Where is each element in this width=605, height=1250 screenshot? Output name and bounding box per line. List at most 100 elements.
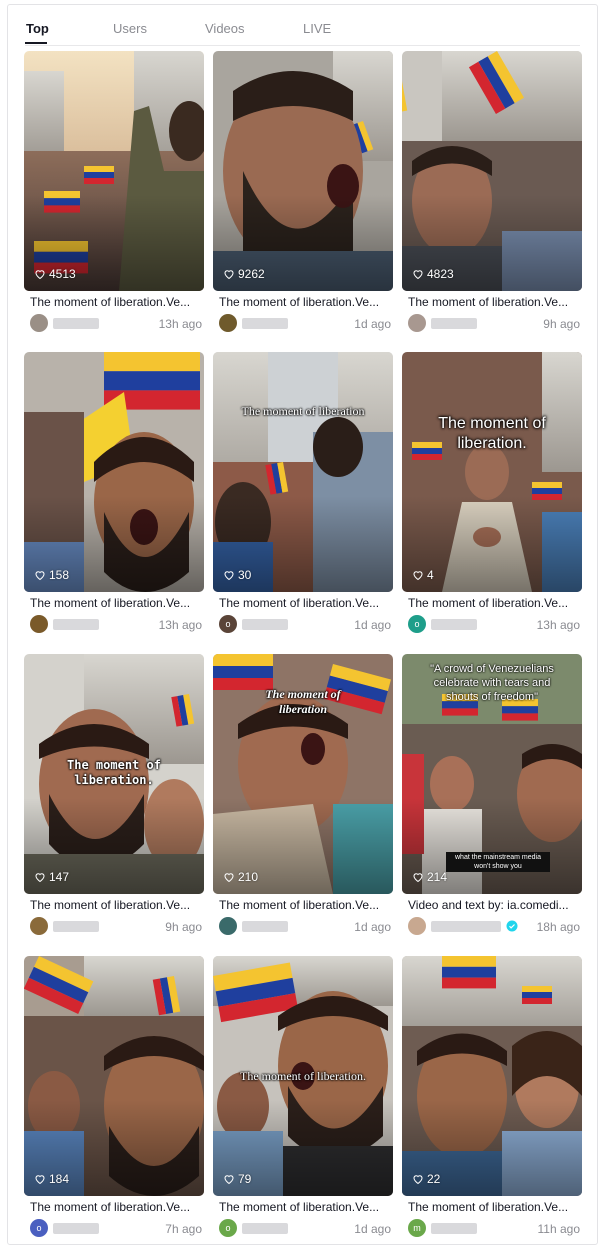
video-meta: o 13h ago <box>408 615 580 633</box>
video-card[interactable]: 22 The moment of liberation.Ve... m 11h … <box>402 956 582 1246</box>
avatar[interactable] <box>408 917 426 935</box>
username-blurred[interactable] <box>242 619 288 630</box>
heart-icon <box>413 873 423 883</box>
like-count-text: 9262 <box>238 267 265 281</box>
video-thumbnail[interactable]: The moment of liberation. 79 <box>213 956 393 1196</box>
video-caption[interactable]: Video and text by: ia.comedi... <box>408 898 578 912</box>
video-thumbnail[interactable]: 4823 <box>402 51 582 291</box>
video-overlay-text: "A crowd of Venezuelians celebrate with … <box>430 663 554 703</box>
heart-icon <box>413 571 423 581</box>
like-count: 9262 <box>223 267 265 281</box>
video-meta: 9h ago <box>30 917 202 935</box>
video-thumbnail[interactable]: 4513 <box>24 51 204 291</box>
video-thumbnail[interactable]: The moment of liberation 210 <box>213 654 393 894</box>
username-blurred[interactable] <box>53 318 99 329</box>
avatar[interactable]: o <box>408 615 426 633</box>
video-caption[interactable]: The moment of liberation.Ve... <box>30 1200 200 1214</box>
like-count: 158 <box>34 568 69 582</box>
video-meta: o 1d ago <box>219 1219 391 1237</box>
username-blurred[interactable] <box>53 921 99 932</box>
video-caption[interactable]: The moment of liberation.Ve... <box>408 596 578 610</box>
video-caption[interactable]: The moment of liberation.Ve... <box>408 1200 578 1214</box>
username-blurred[interactable] <box>53 1223 99 1234</box>
avatar[interactable] <box>219 917 237 935</box>
video-caption[interactable]: The moment of liberation.Ve... <box>219 295 389 309</box>
post-time: 1d ago <box>354 618 391 632</box>
video-caption[interactable]: The moment of liberation.Ve... <box>219 596 389 610</box>
like-count-text: 210 <box>238 870 259 884</box>
video-caption[interactable]: The moment of liberation.Ve... <box>30 295 200 309</box>
video-thumbnail[interactable]: The moment of liberation. 4 <box>402 352 582 592</box>
video-overlay-text: The moment of liberation. <box>67 758 161 787</box>
video-caption[interactable]: The moment of liberation.Ve... <box>219 1200 389 1214</box>
like-count-text: 30 <box>238 568 252 582</box>
like-count: 22 <box>412 1172 440 1186</box>
video-caption[interactable]: The moment of liberation.Ve... <box>408 295 578 309</box>
heart-icon <box>224 571 234 581</box>
video-card[interactable]: 4823 The moment of liberation.Ve... 9h a… <box>402 51 582 341</box>
heart-icon <box>35 873 45 883</box>
heart-icon <box>35 270 45 280</box>
video-card[interactable]: The moment of liberation 210 The moment … <box>213 654 393 944</box>
video-card[interactable]: The moment of liberation. 147 The moment… <box>24 654 204 944</box>
shouting-man-image <box>24 352 204 592</box>
username-blurred[interactable] <box>431 619 477 630</box>
video-thumbnail[interactable]: "A crowd of Venezuelians celebrate with … <box>402 654 582 894</box>
crying-man-crowd-image <box>24 956 204 1196</box>
heart-icon <box>35 1175 45 1185</box>
video-caption[interactable]: The moment of liberation.Ve... <box>30 898 200 912</box>
username-blurred[interactable] <box>431 921 501 932</box>
avatar[interactable]: m <box>408 1219 426 1237</box>
video-card[interactable]: "A crowd of Venezuelians celebrate with … <box>402 654 582 944</box>
like-count-text: 158 <box>49 568 70 582</box>
like-count-text: 4823 <box>427 267 454 281</box>
avatar[interactable] <box>30 314 48 332</box>
avatar[interactable]: o <box>219 615 237 633</box>
post-time: 18h ago <box>536 920 580 934</box>
like-count: 210 <box>223 870 258 884</box>
avatar[interactable] <box>30 615 48 633</box>
avatar[interactable] <box>219 314 237 332</box>
username-blurred[interactable] <box>242 1223 288 1234</box>
video-thumbnail[interactable]: 158 <box>24 352 204 592</box>
like-count: 4513 <box>34 267 76 281</box>
avatar[interactable] <box>30 917 48 935</box>
video-meta: 9h ago <box>408 314 580 332</box>
like-count: 147 <box>34 870 69 884</box>
video-meta: 18h ago <box>408 917 580 935</box>
tab-top[interactable]: Top <box>26 21 49 36</box>
crying-man-image <box>213 51 393 291</box>
video-card[interactable]: The moment of liberation. 4 The moment o… <box>402 352 582 642</box>
video-overlay-text: The moment of liberation <box>265 687 341 716</box>
username-blurred[interactable] <box>53 619 99 630</box>
avatar[interactable]: o <box>30 1219 48 1237</box>
video-card[interactable]: The moment of liberation 30 The moment o… <box>213 352 393 642</box>
video-card[interactable]: 184 The moment of liberation.Ve... o 7h … <box>24 956 204 1246</box>
username-blurred[interactable] <box>431 1223 477 1234</box>
video-caption[interactable]: The moment of liberation.Ve... <box>30 596 200 610</box>
video-meta: o 7h ago <box>30 1219 202 1237</box>
video-thumbnail[interactable]: 184 <box>24 956 204 1196</box>
video-card[interactable]: 158 The moment of liberation.Ve... 13h a… <box>24 352 204 642</box>
video-caption[interactable]: The moment of liberation.Ve... <box>219 898 389 912</box>
crying-man-flags-image <box>402 51 582 291</box>
post-time: 7h ago <box>165 1222 202 1236</box>
video-thumbnail[interactable]: The moment of liberation 30 <box>213 352 393 592</box>
username-blurred[interactable] <box>242 921 288 932</box>
video-card[interactable]: 9262 The moment of liberation.Ve... 1d a… <box>213 51 393 341</box>
avatar[interactable]: o <box>219 1219 237 1237</box>
like-count: 4 <box>412 568 434 582</box>
username-blurred[interactable] <box>242 318 288 329</box>
video-thumbnail[interactable]: 22 <box>402 956 582 1196</box>
avatar[interactable] <box>408 314 426 332</box>
tab-users[interactable]: Users <box>113 21 147 36</box>
video-card[interactable]: 4513 The moment of liberation.Ve... 13h … <box>24 51 204 341</box>
video-meta: o 1d ago <box>219 615 391 633</box>
video-thumbnail[interactable]: The moment of liberation. 147 <box>24 654 204 894</box>
video-thumbnail[interactable]: 9262 <box>213 51 393 291</box>
post-time: 9h ago <box>543 317 580 331</box>
video-card[interactable]: The moment of liberation. 79 The moment … <box>213 956 393 1246</box>
tab-live[interactable]: LIVE <box>303 21 331 36</box>
tab-videos[interactable]: Videos <box>205 21 245 36</box>
username-blurred[interactable] <box>431 318 477 329</box>
